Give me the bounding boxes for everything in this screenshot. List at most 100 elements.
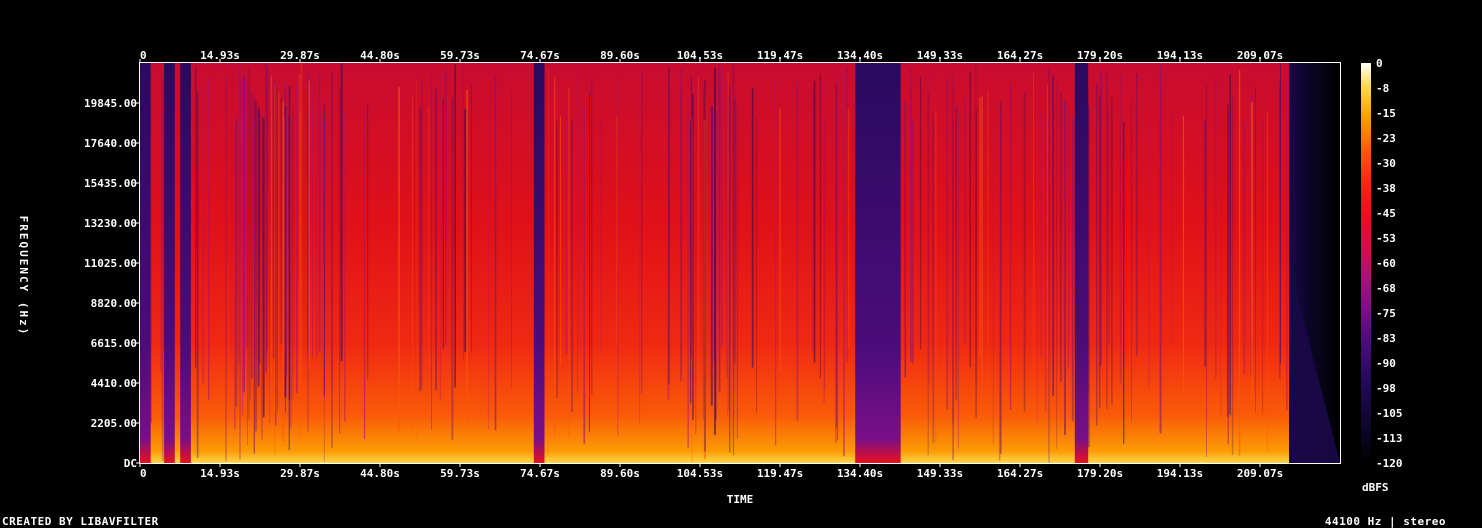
spectral-streak: [567, 87, 570, 437]
colorbar-tick-label: -60: [1376, 257, 1396, 270]
spectral-streak: [195, 66, 197, 368]
spectral-streak: [1060, 92, 1062, 382]
y-axis-label: FREQUENCY (Hz): [17, 216, 30, 337]
footer-sample-rate: 44100 Hz | stereo: [1324, 515, 1446, 528]
x-tick-label: 119.47s: [757, 49, 803, 62]
spectral-streak: [796, 82, 799, 421]
spectral-streak: [1009, 82, 1012, 410]
spectral-streak: [910, 69, 912, 363]
spectral-streak: [269, 72, 271, 426]
spectral-streak: [1229, 74, 1231, 415]
spectral-streak: [442, 98, 444, 349]
spectral-streak: [439, 71, 442, 401]
spectral-streak: [261, 115, 263, 440]
spectral-streak: [398, 86, 400, 431]
spectral-streak: [703, 89, 704, 420]
spectral-streak: [1056, 84, 1058, 449]
colorbar-tick-label: -75: [1376, 307, 1396, 320]
spectral-streak: [419, 107, 422, 392]
spectral-streak: [196, 90, 199, 458]
spectral-streak: [466, 89, 468, 427]
spectral-streak: [274, 83, 276, 457]
spectral-streak: [225, 76, 227, 462]
spectral-streak: [344, 110, 346, 422]
spectral-streak: [412, 96, 413, 433]
spectral-streak: [691, 118, 693, 463]
spectral-streak: [577, 68, 578, 394]
spectral-streak: [729, 86, 731, 453]
spectral-streak: [431, 73, 432, 430]
quiet-segment: [164, 63, 175, 463]
spectral-streak: [615, 115, 618, 346]
colorbar-tick-label: -38: [1376, 182, 1396, 195]
spectral-streak: [1047, 83, 1049, 370]
spectral-streak: [292, 106, 294, 399]
spectral-streak: [1231, 94, 1234, 456]
spectral-streak: [1052, 75, 1054, 396]
colorbar-label: dBFS: [1362, 481, 1389, 494]
spectral-streak: [1099, 95, 1101, 409]
x-tick-label: 149.33s: [917, 467, 963, 480]
spectral-streak: [819, 74, 821, 379]
spectral-streak: [308, 80, 310, 371]
spectral-streak: [290, 118, 292, 428]
spectral-streak: [1159, 64, 1162, 434]
spectral-streak: [727, 71, 729, 410]
spectral-streak: [904, 102, 907, 378]
x-tick-label: 59.73s: [440, 49, 480, 62]
x-tick-label: 179.20s: [1077, 467, 1123, 480]
spectral-streak: [270, 75, 273, 404]
x-axis-label: TIME: [727, 493, 754, 506]
spectral-streak: [245, 81, 248, 348]
spectral-streak: [1204, 119, 1207, 367]
colorbar-tick-label: -23: [1376, 132, 1396, 145]
spectral-streak: [824, 117, 826, 390]
spectral-streak: [1148, 120, 1150, 388]
spectral-streak: [234, 115, 236, 429]
colorbar-tick-label: -53: [1376, 232, 1396, 245]
spectral-streak: [812, 92, 814, 351]
x-tick-label: 209.07s: [1237, 467, 1283, 480]
spectral-streak: [751, 87, 754, 368]
x-tick-label: 119.47s: [757, 467, 803, 480]
x-tick-label: 44.80s: [360, 467, 400, 480]
x-tick-label: 134.40s: [837, 467, 883, 480]
spectral-streak: [471, 84, 473, 353]
spectral-streak: [1108, 109, 1110, 345]
quiet-segment: [140, 63, 151, 463]
spectral-streak: [511, 91, 512, 388]
spectral-streak: [835, 83, 838, 429]
x-axis-bottom: 0 14.93s 29.87s 44.80s 59.73s 74.67s 89.60s 104…: [139, 463, 1283, 480]
spectral-streak: [639, 106, 641, 424]
spectral-streak: [843, 65, 845, 457]
quiet-segment: [180, 63, 191, 463]
x-tick-label: 134.40s: [837, 49, 883, 62]
x-tick-label: 14.93s: [200, 467, 240, 480]
x-tick-label: 74.67s: [520, 467, 560, 480]
spectral-streak: [560, 115, 561, 366]
spectrogram-chart: 0 14.93s 29.87s 44.80s 59.73s 74.67s 89.60s 104…: [17, 49, 1403, 506]
spectral-streak: [280, 98, 283, 345]
spectral-streak: [239, 67, 241, 460]
colorbar-tick-label: -90: [1376, 357, 1396, 370]
x-axis-top: 0 14.93s 29.87s 44.80s 59.73s 74.67s 89.60s 104…: [139, 49, 1283, 63]
spectral-streak: [1220, 69, 1222, 417]
spectral-streak: [1023, 92, 1026, 412]
spectral-streak: [251, 92, 253, 379]
spectral-streak: [547, 69, 549, 455]
spectral-streak: [1136, 73, 1138, 356]
spectral-streak: [734, 97, 736, 364]
spectral-streak: [249, 89, 251, 401]
spectral-streak: [1068, 109, 1070, 368]
spectral-streak: [286, 109, 288, 375]
spectral-streak: [583, 107, 586, 444]
spectral-streak: [494, 75, 497, 431]
y-tick-label: 8820.00: [91, 297, 137, 310]
spectral-streak: [718, 63, 721, 392]
spectral-streak: [307, 72, 309, 355]
spectral-streak: [732, 66, 735, 456]
colorbar-tick-label: -120: [1376, 457, 1403, 470]
spectral-streak: [323, 103, 325, 397]
spectral-streak: [981, 96, 983, 406]
spectral-streak: [435, 88, 437, 391]
